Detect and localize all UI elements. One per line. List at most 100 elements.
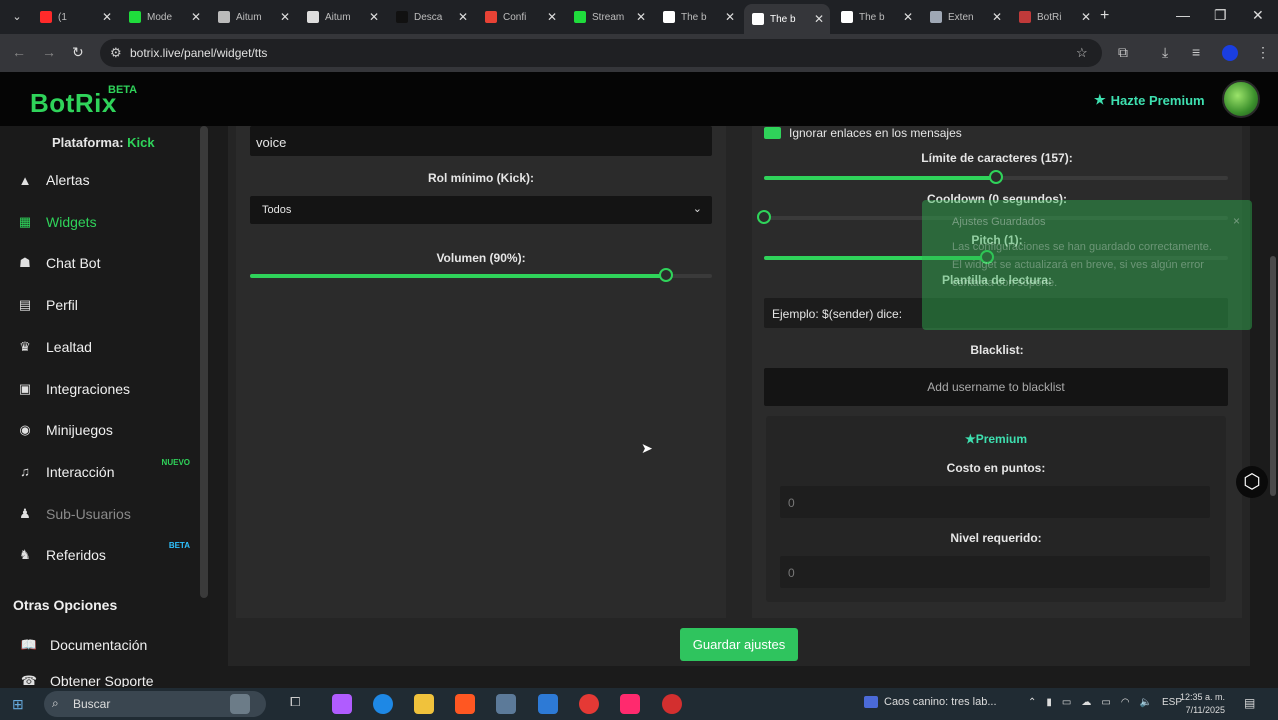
news-widget[interactable]: Caos canino: tres lab... xyxy=(864,696,997,708)
menu-icon[interactable]: ⋮ xyxy=(1256,44,1270,61)
tab-close-icon[interactable]: ✕ xyxy=(636,10,646,24)
sidebar-item-sub-usuarios[interactable]: ♟ Sub-Usuarios xyxy=(16,500,196,528)
char-limit-slider-thumb[interactable] xyxy=(989,170,1003,184)
brave-icon[interactable] xyxy=(455,694,475,714)
tab-close-icon[interactable]: ✕ xyxy=(1081,10,1091,24)
omnibox[interactable]: ⚙ botrix.live/panel/widget/tts ☆ xyxy=(100,39,1102,67)
voice-field[interactable]: voice xyxy=(250,126,712,156)
tab-close-icon[interactable]: ✕ xyxy=(992,10,1002,24)
tiktok-icon[interactable] xyxy=(620,694,640,714)
forward-icon[interactable]: → xyxy=(42,44,56,60)
blacklist-input[interactable]: Add username to blacklist xyxy=(764,368,1228,406)
browser-tab[interactable]: BotRi ✕ xyxy=(1011,6,1097,28)
bookmark-star-icon[interactable]: ☆ xyxy=(1076,45,1088,61)
language-indicator[interactable]: ESP xyxy=(1162,697,1182,708)
task-view-icon[interactable]: ⧠ xyxy=(290,694,310,714)
tab-close-icon[interactable]: ✕ xyxy=(280,10,290,24)
download-icon[interactable]: ⤓ xyxy=(1162,44,1168,61)
file-explorer-icon[interactable] xyxy=(414,694,434,714)
extensions-icon[interactable]: ⧉ xyxy=(1118,44,1128,61)
mail-icon[interactable] xyxy=(538,694,558,714)
search-highlight-icon[interactable] xyxy=(230,694,250,714)
browser-tab[interactable]: Mode ✕ xyxy=(121,6,207,28)
close-window-icon[interactable]: ✕ xyxy=(1252,7,1264,24)
user-avatar[interactable] xyxy=(1222,80,1260,118)
tab-close-icon[interactable]: ✕ xyxy=(903,10,913,24)
tray-app-icon[interactable]: ▮ xyxy=(1046,697,1052,708)
tab-search-icon[interactable]: ⌄ xyxy=(8,8,26,26)
browser-tab[interactable]: Stream ✕ xyxy=(566,6,652,28)
volume-slider-thumb[interactable] xyxy=(658,268,673,282)
back-icon[interactable]: ← xyxy=(12,44,26,60)
site-info-icon[interactable]: ⚙ xyxy=(110,45,122,61)
tab-close-icon[interactable]: ✕ xyxy=(725,10,735,24)
sidebar-item-integraciones[interactable]: ▣ Integraciones xyxy=(16,375,196,403)
tray-app-icon[interactable]: ▭ xyxy=(1062,697,1071,708)
volume-slider[interactable] xyxy=(250,268,712,282)
sidebar-item-widgets[interactable]: ▦ Widgets xyxy=(16,208,196,236)
chevron-up-icon[interactable]: ⌃ xyxy=(1028,697,1036,708)
sidebar-item-alertas[interactable]: ▲ Alertas xyxy=(16,166,196,194)
tab-close-icon[interactable]: ✕ xyxy=(814,12,824,26)
sidebar-item-docs[interactable]: 📖 Documentación xyxy=(20,631,200,659)
tab-close-icon[interactable]: ✕ xyxy=(369,10,379,24)
sidebar-item-label: Alertas xyxy=(46,172,90,188)
minimize-icon[interactable]: — xyxy=(1176,7,1190,23)
tab-close-icon[interactable]: ✕ xyxy=(191,10,201,24)
app-icon[interactable] xyxy=(496,694,516,714)
premium-link[interactable]: ★ Hazte Premium xyxy=(1094,92,1205,108)
sidebar-item-chat-bot[interactable]: ☗ Chat Bot xyxy=(16,249,196,277)
chrome-icon[interactable] xyxy=(579,694,599,714)
url-text[interactable]: botrix.live/panel/widget/tts xyxy=(130,46,267,60)
platform-label: Plataforma: xyxy=(52,135,124,150)
battery-icon[interactable]: ▭ xyxy=(1101,697,1110,708)
system-clock[interactable]: 12:35 a. m. 7/11/2025 xyxy=(1180,691,1225,717)
char-limit-slider[interactable] xyxy=(764,170,1228,184)
rol-select[interactable]: Todos ⌄ xyxy=(250,196,712,224)
level-input[interactable]: 0 xyxy=(780,556,1210,588)
browser-tab[interactable]: Confi ✕ xyxy=(477,6,563,28)
browser-tab[interactable]: (1 ✕ xyxy=(32,6,118,28)
assistant-icon[interactable]: ⬡ xyxy=(1236,466,1268,498)
edge-icon[interactable] xyxy=(373,694,393,714)
wifi-icon[interactable]: ◠ xyxy=(1121,697,1130,708)
tab-close-icon[interactable]: ✕ xyxy=(547,10,557,24)
cost-input[interactable]: 0 xyxy=(780,486,1210,518)
sidebar-item-support[interactable]: ☎ Obtener Soporte xyxy=(20,673,200,687)
sidebar-item-interacci-n[interactable]: ♫ Interacción NUEVO xyxy=(16,458,196,486)
browser-tab[interactable]: Aitum ✕ xyxy=(210,6,296,28)
browser-tab[interactable]: The b ✕ xyxy=(833,6,919,28)
recorder-icon[interactable] xyxy=(662,694,682,714)
page-scrollbar[interactable] xyxy=(1270,256,1276,496)
toast-close-icon[interactable]: × xyxy=(1233,214,1240,228)
reload-icon[interactable]: ↻ xyxy=(72,44,84,61)
platform-indicator: Plataforma: Kick xyxy=(52,135,155,150)
sidebar-item-minijuegos[interactable]: ◉ Minijuegos xyxy=(16,416,196,444)
botrix-logo[interactable]: BotRix xyxy=(30,88,117,119)
premium-title: ★Premium xyxy=(766,432,1226,446)
sidebar-scrollbar[interactable] xyxy=(200,126,208,598)
windows-start-icon[interactable]: ⊞ xyxy=(12,696,24,713)
browser-tab[interactable]: The b ✕ xyxy=(744,4,830,34)
sidebar-item-lealtad[interactable]: ♛ Lealtad xyxy=(16,333,196,361)
onedrive-icon[interactable]: ☁ xyxy=(1081,697,1091,708)
ignore-links-checkbox[interactable] xyxy=(764,127,781,139)
profile-avatar[interactable] xyxy=(1222,45,1238,61)
tab-close-icon[interactable]: ✕ xyxy=(458,10,468,24)
browser-tab[interactable]: Exten ✕ xyxy=(922,6,1008,28)
template-value: Ejemplo: $(sender) dice: xyxy=(772,307,903,321)
copilot-icon[interactable] xyxy=(332,694,352,714)
volume-icon[interactable]: 🔈 xyxy=(1140,697,1152,708)
save-settings-button[interactable]: Guardar ajustes xyxy=(680,628,798,661)
sidebar-item-perfil[interactable]: ▤ Perfil xyxy=(16,291,196,319)
media-icon[interactable]: ≡ xyxy=(1192,44,1200,60)
sidebar-item-referidos[interactable]: ♞ Referidos BETA xyxy=(16,541,196,569)
tab-close-icon[interactable]: ✕ xyxy=(102,10,112,24)
browser-tab[interactable]: Desca ✕ xyxy=(388,6,474,28)
cooldown-slider-thumb[interactable] xyxy=(757,210,771,224)
browser-tab[interactable]: Aitum ✕ xyxy=(299,6,385,28)
new-tab-button[interactable]: + xyxy=(1100,7,1109,25)
browser-tab[interactable]: The b ✕ xyxy=(655,6,741,28)
notification-icon[interactable]: ▤ xyxy=(1244,696,1255,710)
maximize-icon[interactable]: ❐ xyxy=(1214,7,1227,24)
